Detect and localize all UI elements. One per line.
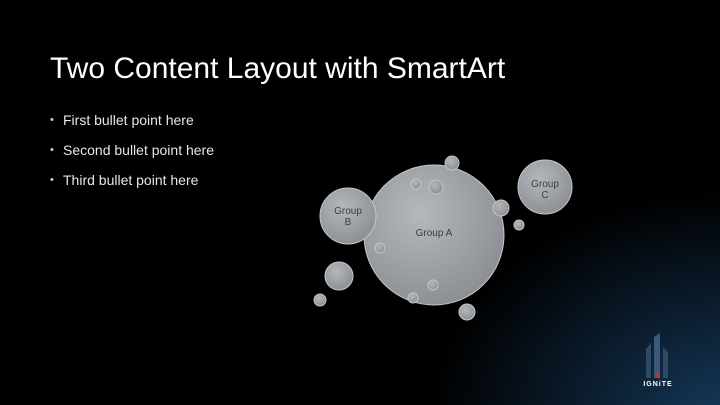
group-a-label: Group A [415,228,453,239]
ignite-logo-text: IGNiTE [643,381,673,388]
group-b-label: Group B [334,206,362,228]
small-bubble [374,242,386,254]
group-c-label: Group C [531,179,559,201]
slide: Two Content Layout with SmartArt • First… [0,0,720,405]
small-bubble [407,292,419,304]
small-bubble [492,199,510,217]
small-bubble [444,155,460,171]
small-bubble [458,303,476,321]
small-bubble [313,293,327,307]
smartart-graphic[interactable] [0,0,720,405]
small-bubble [428,179,444,195]
small-bubble [427,279,439,291]
small-bubble [324,261,354,291]
small-bubble [410,178,422,190]
small-bubble [513,219,525,231]
